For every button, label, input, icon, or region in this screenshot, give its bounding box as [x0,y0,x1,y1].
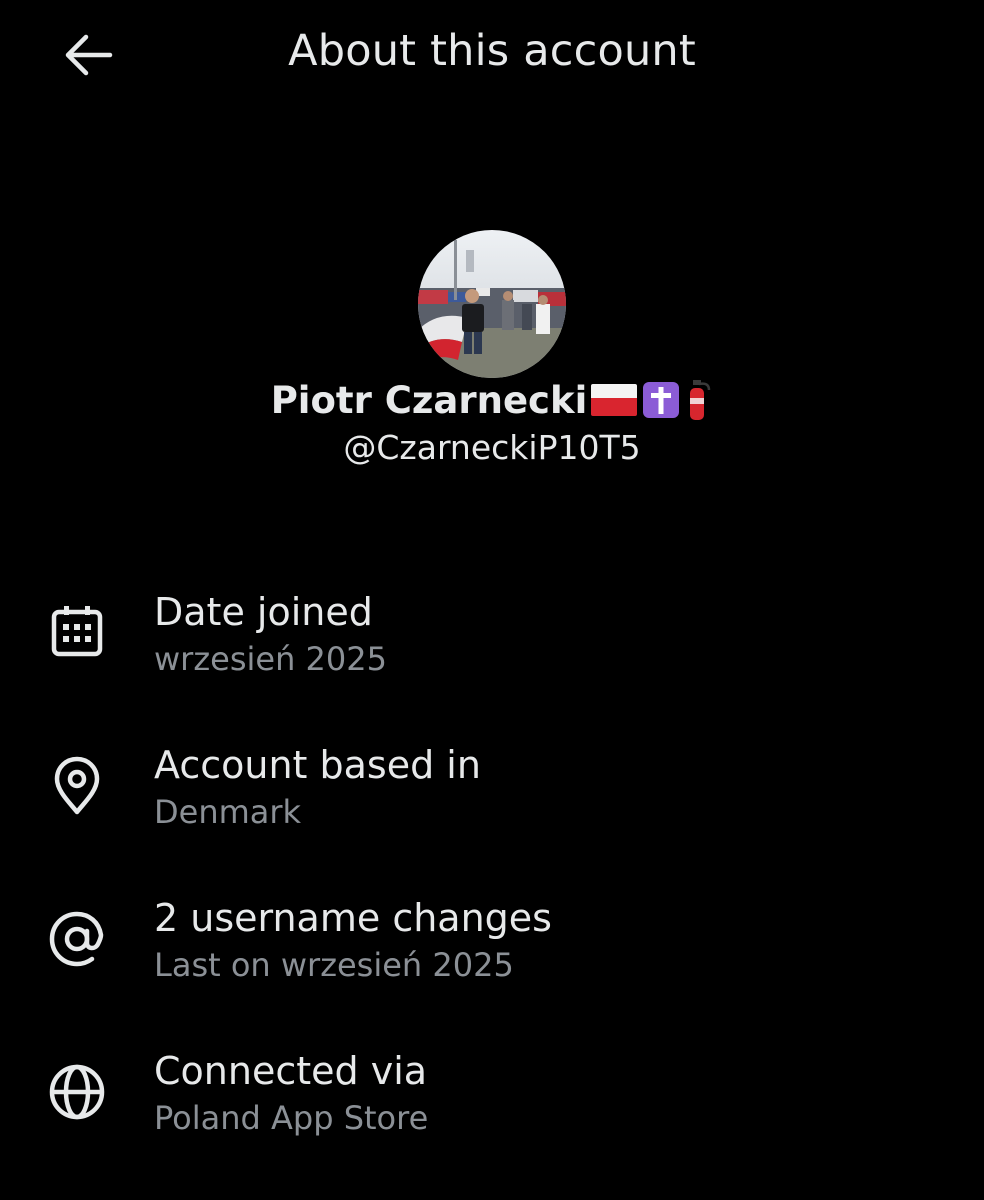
name-emojis [591,378,713,422]
avatar[interactable] [418,230,566,378]
username-changes-label: 2 username changes [154,896,552,940]
display-name-row: Piotr Czarnecki [0,378,984,422]
latin-cross-icon [643,382,680,418]
username-changes-value: Last on wrzesień 2025 [154,946,514,984]
location-pin-icon [46,755,108,817]
info-account-based-in: Account based in Denmark [0,743,984,853]
page-title: About this account [288,26,696,76]
at-sign-icon [46,908,108,970]
date-joined-label: Date joined [154,590,373,634]
info-date-joined: Date joined wrzesień 2025 [0,590,984,700]
avatar-photo [418,230,566,378]
info-username-changes: 2 username changes Last on wrzesień 2025 [0,896,984,1006]
poland-flag-icon [591,384,638,416]
info-connected-via: Connected via Poland App Store [0,1049,984,1159]
globe-icon [46,1061,108,1123]
based-in-label: Account based in [154,743,481,787]
fire-extinguisher-icon [690,380,711,420]
date-joined-value: wrzesień 2025 [154,640,387,678]
display-name: Piotr Czarnecki [270,378,588,422]
username-handle: @CzarneckiP10T5 [343,428,641,467]
based-in-value: Denmark [154,793,302,831]
calendar-icon [46,600,108,662]
connected-via-value: Poland App Store [154,1099,429,1137]
top-bar: About this account [0,0,984,110]
connected-via-label: Connected via [154,1049,428,1093]
